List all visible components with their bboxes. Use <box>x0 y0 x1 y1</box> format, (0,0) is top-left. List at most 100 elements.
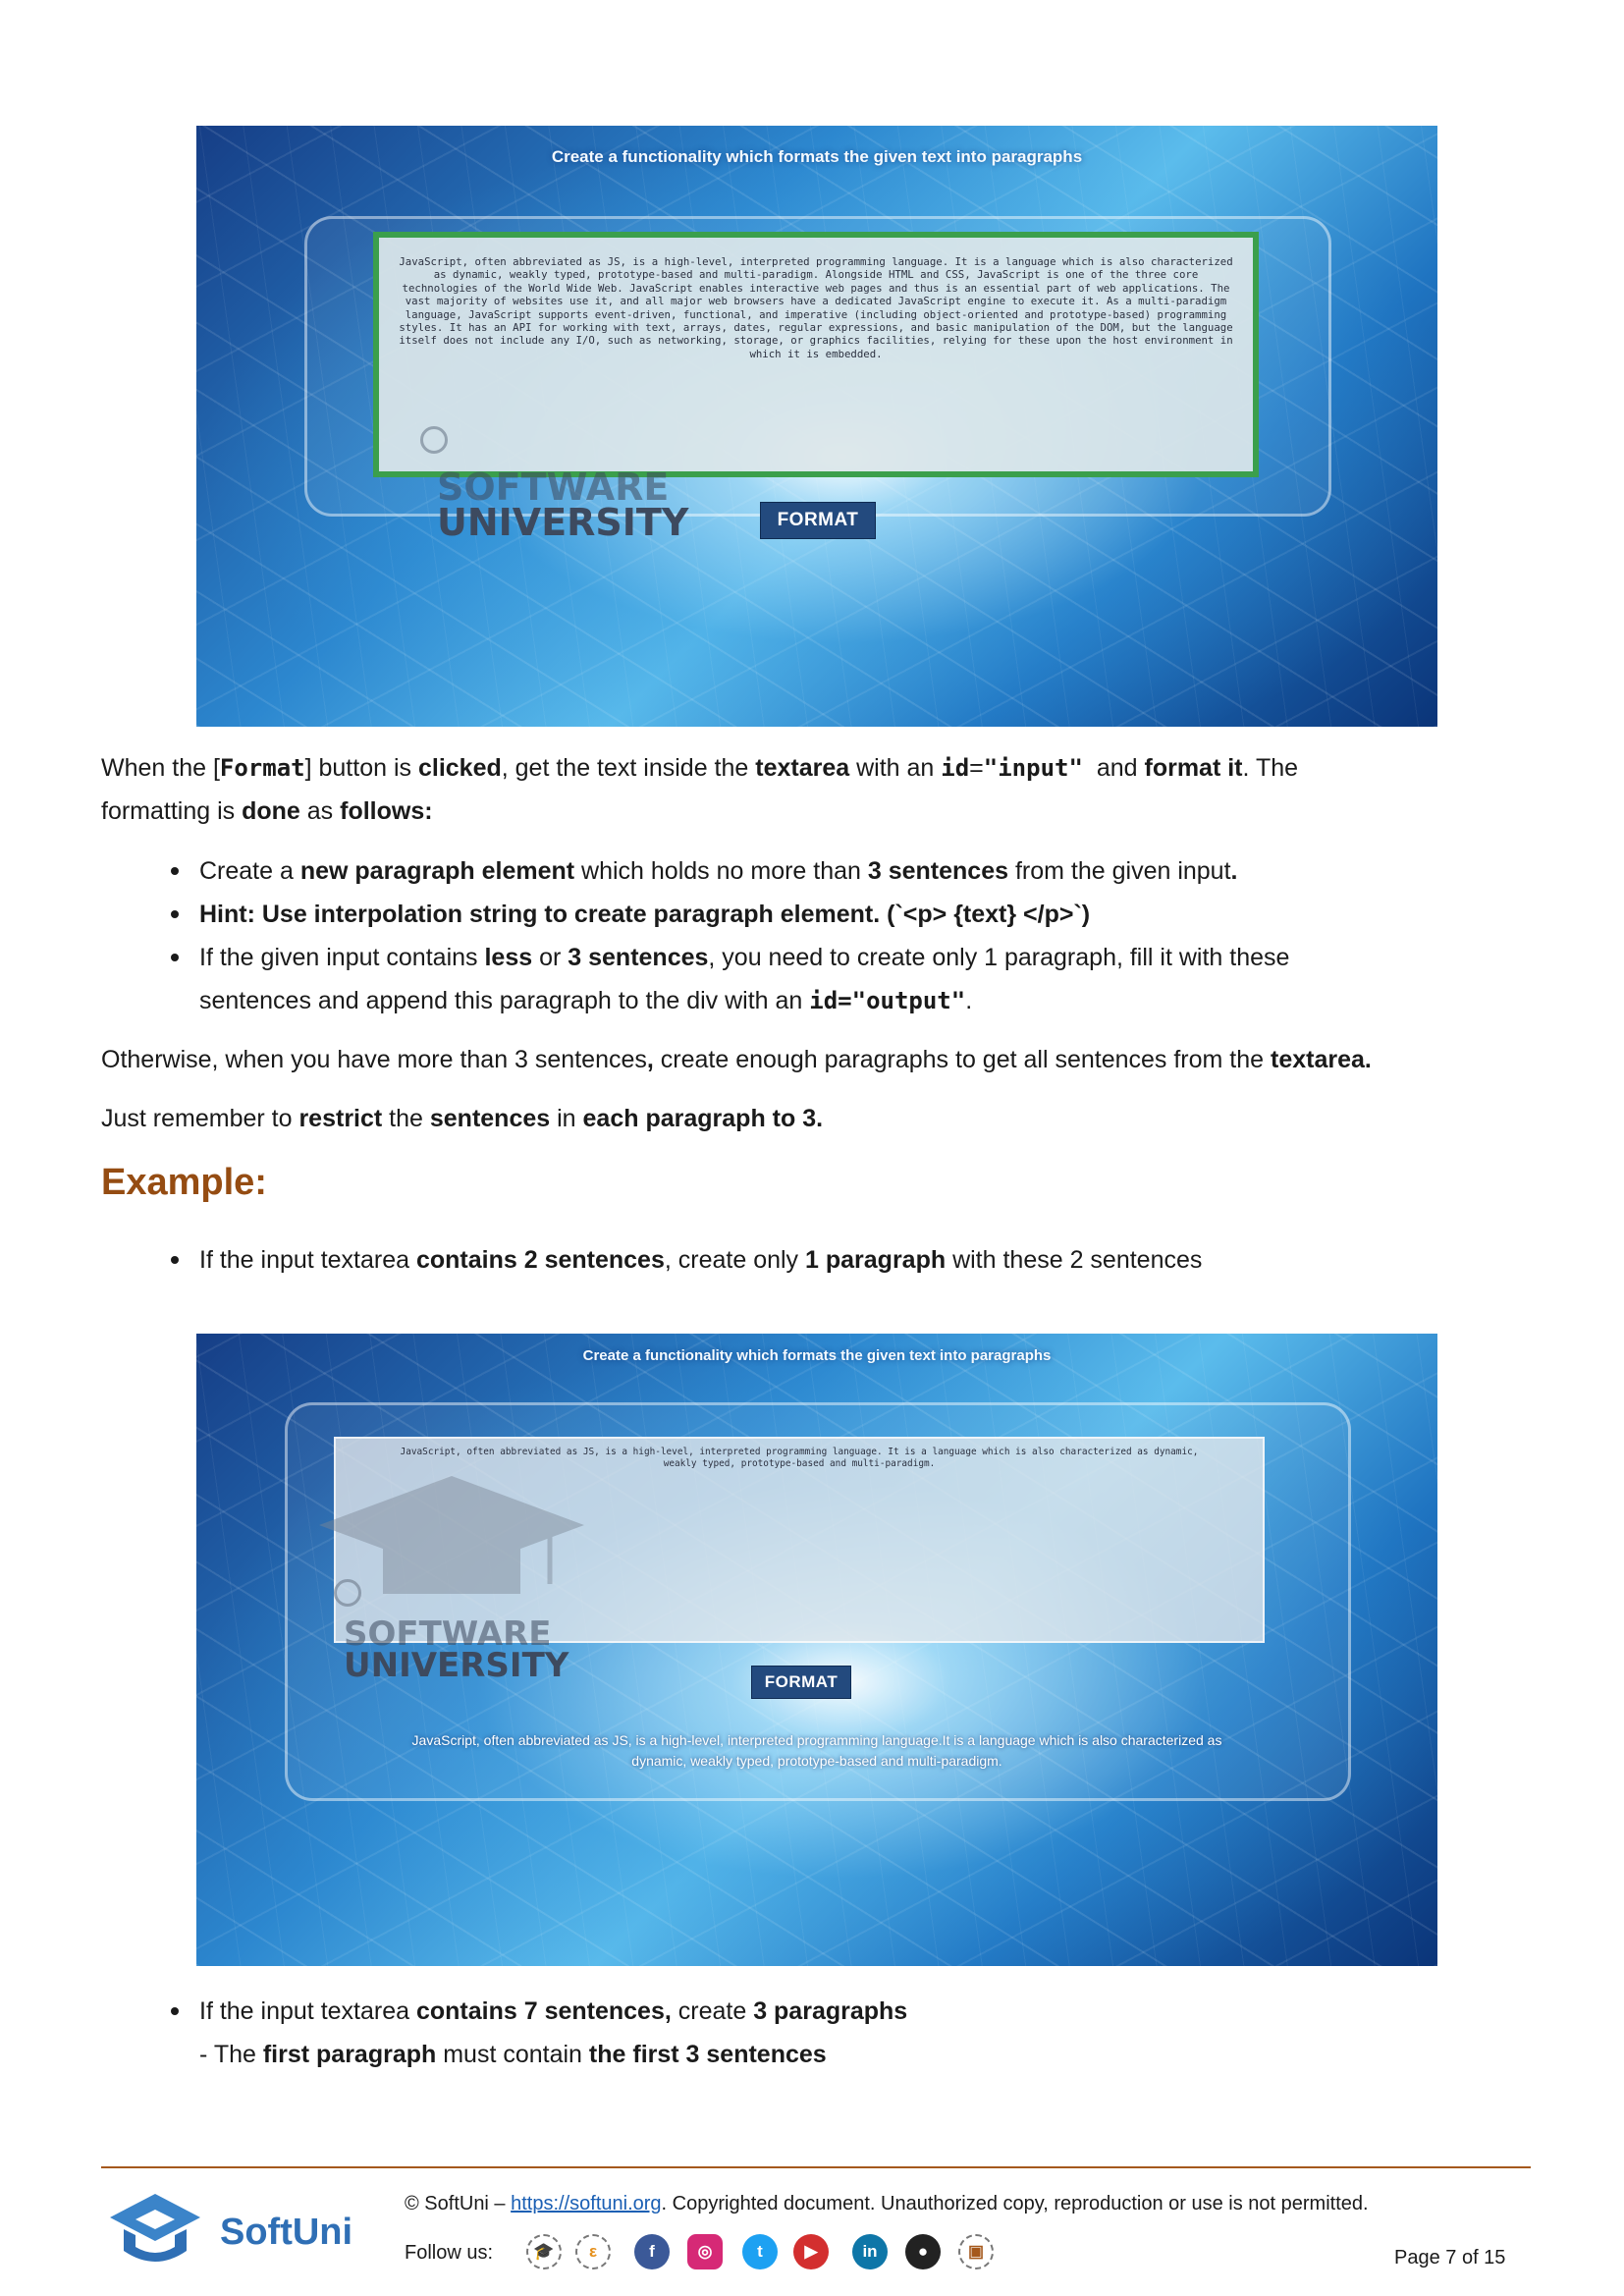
text: formatting is <box>101 797 243 825</box>
format-button[interactable]: FORMAT <box>751 1666 851 1699</box>
output-div: JavaScript, often abbreviated as JS, is … <box>295 1730 1339 1772</box>
text: ] button is <box>304 754 418 782</box>
text: If the given input contains <box>199 944 485 971</box>
graduation-cap-icon <box>319 1476 584 1594</box>
softuni-creative-icon[interactable]: ε <box>575 2234 611 2269</box>
bold-done: done <box>242 797 300 825</box>
text: Create a <box>199 857 300 885</box>
screenshot-format-input: Create a functionality which formats the… <box>196 126 1437 727</box>
bullet-dot <box>171 2007 179 2015</box>
example-heading: Example: <box>101 1162 267 1203</box>
bullet-dot <box>171 867 179 875</box>
bold-text: less <box>484 944 533 971</box>
bold-text: 1 paragraph <box>805 1246 947 1274</box>
bold-clicked: clicked <box>417 754 502 782</box>
code-output: id="output" <box>809 987 966 1014</box>
softuni-logo-icon <box>110 2194 200 2262</box>
bold-text: first paragraph <box>262 2041 437 2068</box>
bullet-less-than-3-line-1: If the given input contains less or 3 se… <box>199 936 1289 979</box>
bold-text: new paragraph element <box>299 857 575 885</box>
text: If the input textarea <box>199 1997 416 2025</box>
facebook-icon[interactable]: f <box>634 2234 670 2269</box>
bold-text: textarea. <box>1271 1046 1372 1073</box>
bullet-dot <box>171 1256 179 1264</box>
text: - The <box>199 2041 263 2068</box>
input-textarea[interactable]: JavaScript, often abbreviated as JS, is … <box>373 232 1259 477</box>
text: , create only <box>664 1246 806 1274</box>
text: © SoftUni – <box>405 2193 512 2214</box>
bold-text: . <box>1230 857 1238 885</box>
text: If the input textarea <box>199 1246 416 1274</box>
bullet-dot <box>171 954 179 961</box>
paragraph-restrict: Just remember to restrict the sentences … <box>101 1097 823 1140</box>
text: . <box>965 987 973 1014</box>
text: create <box>671 1997 754 2025</box>
text: from the given input <box>1008 857 1231 885</box>
text: as <box>299 797 341 825</box>
follow-us-label: Follow us: <box>405 2242 494 2264</box>
bold-text: contains 2 sentences <box>415 1246 665 1274</box>
text: and <box>1082 754 1145 782</box>
software-university-logo: SOFTWARE UNIVERSITY <box>344 1614 569 1686</box>
output-paragraph-line: dynamic, weakly typed, prototype-based a… <box>631 1753 1002 1769</box>
text: Just remember to <box>101 1105 299 1132</box>
bold-follows: follows: <box>340 797 433 825</box>
bullet-seven-sentences-line-2: - The first paragraph must contain the f… <box>199 2033 827 2076</box>
logo-mark-icon <box>420 426 448 454</box>
logo-line-university: UNIVERSITY <box>437 501 689 545</box>
text: , you need to create only 1 paragraph, f… <box>708 944 1290 971</box>
bold-format-it: format it <box>1144 754 1243 782</box>
logo-mark-icon <box>334 1579 361 1607</box>
text: = <box>969 754 984 782</box>
code-id: id <box>941 754 970 782</box>
code-format: Format <box>219 754 305 782</box>
bold-text: contains 7 sentences, <box>415 1997 672 2025</box>
app-title: Create a functionality which formats the… <box>551 147 1083 166</box>
software-university-logo: SOFTWARE UNIVERSITY <box>437 465 689 545</box>
bullet-dot <box>171 910 179 918</box>
screenshot-format-output: Create a functionality which formats the… <box>196 1334 1437 1966</box>
softuni-link[interactable]: https://softuni.org <box>511 2193 661 2214</box>
logo-line-software: SOFTWARE <box>344 1614 552 1654</box>
github-icon[interactable]: ● <box>905 2234 941 2269</box>
softuni-digital-icon[interactable]: ▣ <box>958 2234 994 2269</box>
text: . Copyrighted document. Unauthorized cop… <box>661 2193 1369 2214</box>
text: When the [ <box>101 754 220 782</box>
bold-text: 3 sentences <box>867 857 1009 885</box>
format-button[interactable]: FORMAT <box>760 502 876 539</box>
paragraph-otherwise: Otherwise, when you have more than 3 sen… <box>101 1038 1372 1081</box>
text: with an <box>849 754 942 782</box>
page-number: Page 7 of 15 <box>1394 2247 1506 2269</box>
softuni-hat-icon[interactable]: 🎓 <box>526 2234 562 2269</box>
bullet-less-than-3-line-2: sentences and append this paragraph to t… <box>199 979 972 1022</box>
text: . The <box>1242 754 1299 782</box>
logo-line-software: SOFTWARE <box>437 465 670 509</box>
bold-text: sentences <box>429 1105 551 1132</box>
bold-text: , <box>646 1046 654 1073</box>
instagram-icon[interactable]: ◎ <box>687 2234 723 2269</box>
text: must contain <box>436 2041 589 2068</box>
bold-text: each paragraph to 3. <box>582 1105 824 1132</box>
text: the <box>382 1105 430 1132</box>
app-title: Create a functionality which formats the… <box>582 1347 1052 1364</box>
text: create enough paragraphs to get all sent… <box>653 1046 1272 1073</box>
text: with these 2 sentences <box>946 1246 1203 1274</box>
softuni-brand: SoftUni <box>220 2212 353 2253</box>
intro-line-1: When the [Format] button is clicked, get… <box>101 746 1298 790</box>
linkedin-icon[interactable]: in <box>852 2234 888 2269</box>
text: , get the text inside the <box>501 754 756 782</box>
copyright-notice: © SoftUni – https://softuni.org. Copyrig… <box>405 2193 1369 2215</box>
text: sentences and append this paragraph to t… <box>199 987 810 1014</box>
text: Otherwise, when you have more than 3 sen… <box>101 1046 647 1073</box>
footer-rule <box>101 2166 1531 2168</box>
bullet-hint: Hint: Use interpolation string to create… <box>199 893 1090 936</box>
logo-line-university: UNIVERSITY <box>344 1646 569 1686</box>
text: in <box>550 1105 583 1132</box>
text: which holds no more than <box>574 857 868 885</box>
twitter-icon[interactable]: t <box>742 2234 778 2269</box>
youtube-icon[interactable]: ▶ <box>793 2234 829 2269</box>
code-input: "input" <box>983 754 1083 782</box>
bullet-two-sentences: If the input textarea contains 2 sentenc… <box>199 1238 1202 1282</box>
intro-line-2: formatting is done as follows: <box>101 790 433 833</box>
bold-hint: Hint: Use interpolation string to create… <box>199 901 1091 928</box>
